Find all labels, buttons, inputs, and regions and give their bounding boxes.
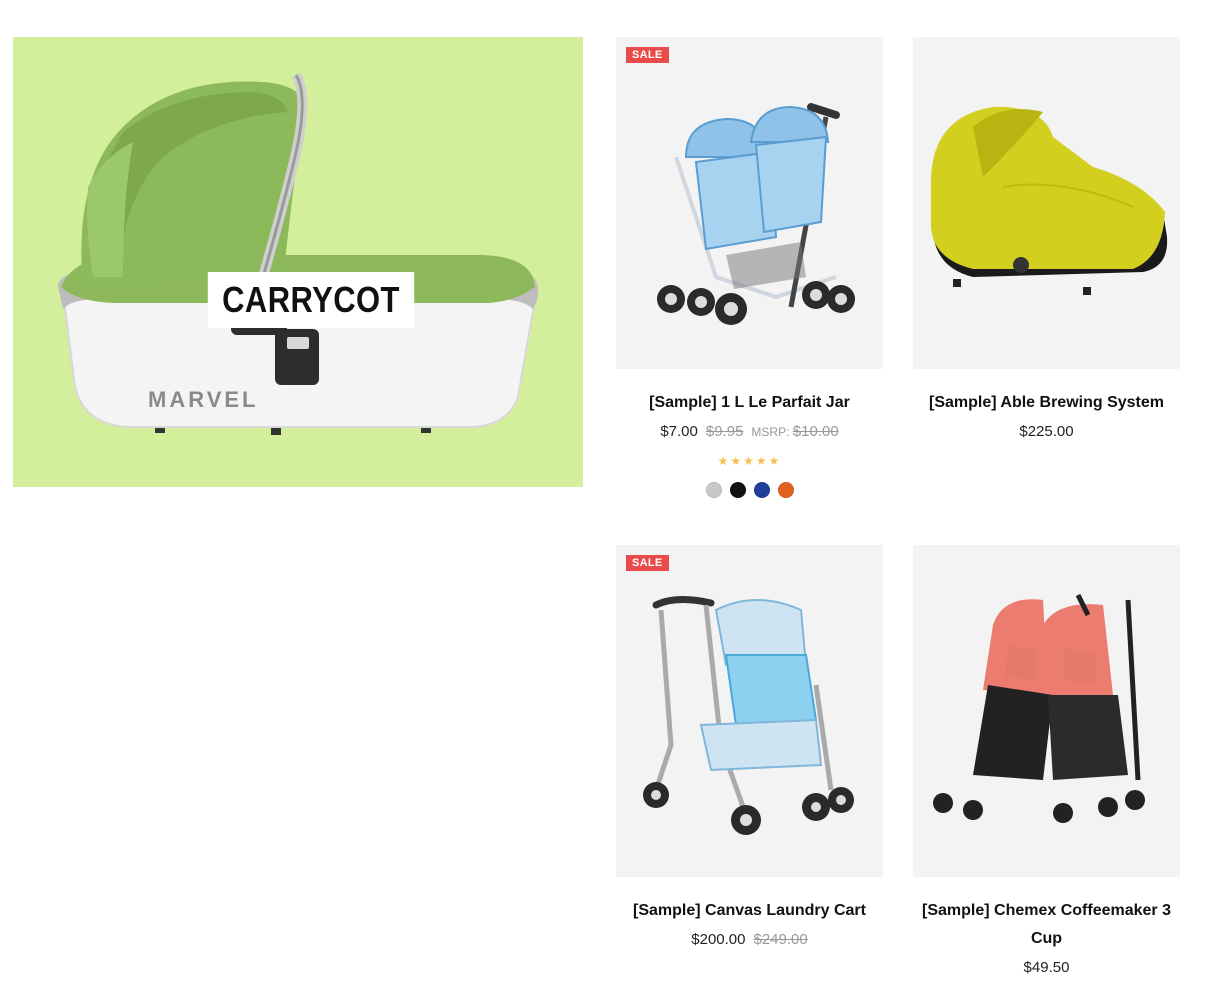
current-price: $49.50 — [1023, 959, 1070, 976]
product-card[interactable]: [Sample] Chemex Coffeemaker 3 Cup $49.50 — [913, 545, 1180, 976]
color-swatch-orange[interactable] — [777, 482, 794, 498]
product-card[interactable]: [Sample] Able Brewing System $225.00 — [913, 37, 1180, 440]
product-image-link[interactable]: SALE — [616, 545, 883, 877]
color-swatch-gray[interactable] — [705, 482, 722, 498]
msrp-price: $10.00 — [792, 423, 839, 440]
msrp-label: MSRP: — [751, 425, 790, 439]
product-price: $200.00 $249.00 — [616, 931, 883, 948]
star-icon: ★ — [743, 454, 756, 468]
was-price: $249.00 — [753, 931, 808, 948]
product-card[interactable]: SALE [Sample] 1 L Le Parfait Jar $7.00 $… — [616, 37, 883, 498]
carrycot-image: MARVEL — [58, 72, 539, 435]
product-image-link[interactable]: SALE — [616, 37, 883, 369]
product-title[interactable]: [Sample] Able Brewing System — [913, 389, 1180, 417]
rating-stars: ★★★★★ — [616, 454, 883, 468]
product-price: $7.00 $9.95 MSRP: $10.00 — [616, 423, 883, 440]
current-price: $7.00 — [660, 423, 698, 440]
current-price: $225.00 — [1019, 423, 1074, 440]
product-title[interactable]: [Sample] Canvas Laundry Cart — [616, 897, 883, 925]
carrycot-promo-banner[interactable]: MARVEL CARRYCOT — [13, 37, 583, 487]
was-price: $9.95 — [705, 423, 744, 440]
product-price: $49.50 — [913, 959, 1180, 976]
star-icon: ★ — [768, 454, 782, 468]
double-stroller-image — [657, 103, 855, 325]
star-icon: ★ — [730, 454, 744, 468]
current-price: $200.00 — [691, 931, 746, 948]
brand-logo: MARVEL — [148, 387, 259, 412]
tandem-stroller-image — [643, 596, 854, 835]
product-title[interactable]: [Sample] Chemex Coffeemaker 3 Cup — [913, 897, 1180, 953]
product-title[interactable]: [Sample] 1 L Le Parfait Jar — [616, 389, 883, 417]
sale-badge: SALE — [626, 47, 669, 63]
product-price: $225.00 — [913, 423, 1180, 440]
banner-label: CARRYCOT — [207, 272, 415, 328]
product-card[interactable]: SALE [Sample] Canvas Laundry Cart $200.0… — [616, 545, 883, 948]
color-swatch-black[interactable] — [729, 482, 746, 498]
star-icon: ★ — [755, 454, 769, 468]
star-icon: ★ — [717, 454, 731, 468]
product-image-link[interactable] — [913, 37, 1180, 369]
twin-stroller-image — [933, 593, 1145, 823]
sale-badge: SALE — [626, 555, 669, 571]
color-swatches — [616, 482, 883, 498]
color-swatch-blue[interactable] — [753, 482, 770, 498]
yellow-bassinet-image — [930, 106, 1168, 295]
product-image-link[interactable] — [913, 545, 1180, 877]
msrp: MSRP: $10.00 — [751, 423, 838, 440]
